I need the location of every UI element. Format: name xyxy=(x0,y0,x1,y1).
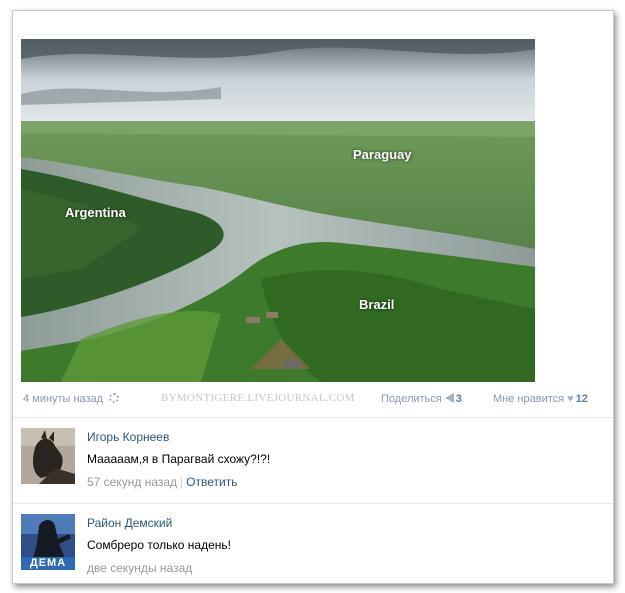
avatar[interactable] xyxy=(21,428,75,484)
comment-footer: 57 секунд назад | Ответить xyxy=(87,475,237,489)
avatar-badge: ДЕМА xyxy=(21,557,75,570)
comment-time[interactable]: две секунды назад xyxy=(87,561,192,575)
comment-text: Мааааам,я в Парагвай схожу?!?! xyxy=(87,452,271,466)
label-argentina: Argentina xyxy=(65,205,126,220)
like-count: 12 xyxy=(575,393,588,405)
comment-item: Игорь Корнеев Мааааам,я в Парагвай схожу… xyxy=(13,417,613,501)
like-button[interactable]: Мне нравится ♥ 12 xyxy=(493,393,588,405)
comment-time[interactable]: 57 секунд назад xyxy=(87,475,177,489)
post-time-text: 4 минуты назад xyxy=(23,393,104,405)
label-paraguay: Paraguay xyxy=(353,147,412,162)
post-time[interactable]: 4 минуты назад xyxy=(23,393,120,405)
comment-text: Сомбреро только надень! xyxy=(87,538,231,552)
share-count: 3 xyxy=(455,393,462,405)
reply-link[interactable]: Ответить xyxy=(186,475,237,489)
label-brazil: Brazil xyxy=(359,297,395,312)
like-label: Мне нравится xyxy=(493,393,565,405)
watermark: BYMONTIGERE.LIVEJOURNAL.COM xyxy=(161,392,355,404)
comment-footer: две секунды назад xyxy=(87,561,192,575)
post-photo[interactable]: Paraguay Argentina Brazil xyxy=(21,39,535,382)
share-label: Поделиться xyxy=(381,393,442,405)
gear-icon[interactable] xyxy=(109,393,120,403)
separator: | xyxy=(180,475,184,489)
post-card: Paraguay Argentina Brazil 4 минуты назад… xyxy=(12,10,614,584)
post-meta-row: 4 минуты назад BYMONTIGERE.LIVEJOURNAL.C… xyxy=(21,391,611,409)
avatar[interactable]: ДЕМА xyxy=(21,514,75,570)
comment-author[interactable]: Игорь Корнеев xyxy=(87,430,169,444)
heart-icon: ♥ xyxy=(567,393,574,405)
comment-author[interactable]: Район Демский xyxy=(87,516,172,530)
share-button[interactable]: Поделиться 3 xyxy=(381,393,462,405)
horse-avatar-image xyxy=(21,428,75,484)
comment-item: ДЕМА Район Демский Сомбреро только наден… xyxy=(13,503,613,587)
megaphone-icon xyxy=(444,393,454,403)
